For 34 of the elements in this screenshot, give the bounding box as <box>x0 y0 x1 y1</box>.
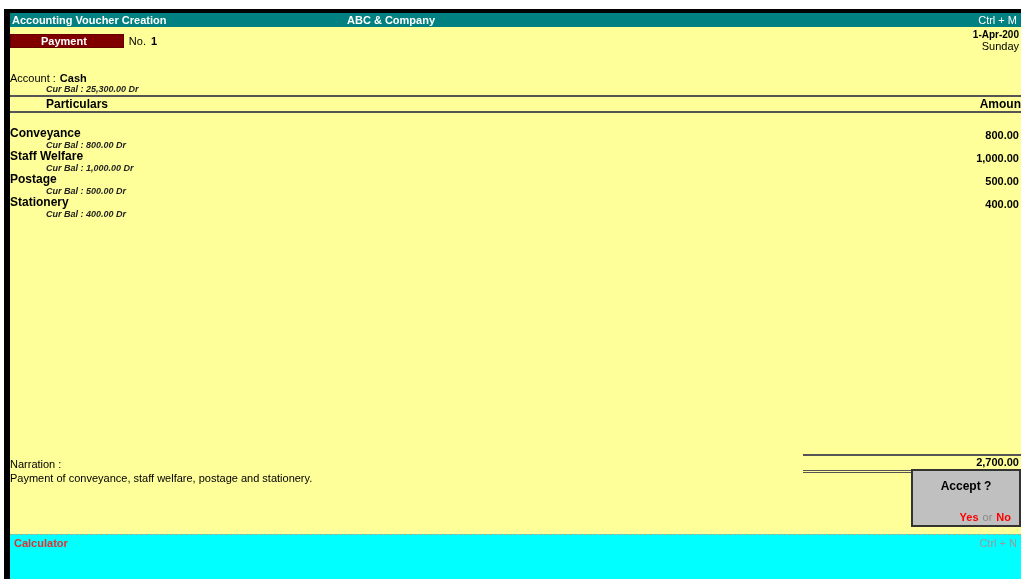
narration-label: Narration : <box>10 458 63 470</box>
ledger-name: Stationery <box>10 196 70 209</box>
voucher-number-label: No. <box>128 34 146 47</box>
voucher-number: 1 <box>151 34 158 47</box>
ledger-amount: 500.00 <box>985 175 1020 187</box>
company-name: ABC & Company <box>347 14 436 26</box>
ledger-balance: Cur Bal : 800.00 Dr <box>45 140 127 150</box>
total-amount: 2,700.00 <box>976 456 1019 468</box>
ledger-balance: Cur Bal : 1,000.00 Dr <box>45 163 134 173</box>
account-balance: Cur Bal : 25,300.00 Dr <box>45 84 140 94</box>
yes-option[interactable]: Yes <box>959 511 979 523</box>
shortcut-label: Ctrl + N <box>979 537 1017 549</box>
account-label: Account : <box>10 72 56 84</box>
column-header: Amoun <box>979 97 1021 111</box>
ledger-name: Conveyance <box>10 127 82 140</box>
narration-text: Payment of conveyance, staff welfare, postage and stationery. <box>10 472 313 484</box>
dialog-title: Accept ? <box>940 479 992 493</box>
ledger-amount: 1,000.00 <box>976 152 1020 164</box>
shortcut-label: Ctrl + M <box>977 14 1017 26</box>
window-title: Accounting Voucher Creation <box>12 14 168 26</box>
account-name: Cash <box>59 72 87 84</box>
no-option[interactable]: No <box>996 511 1011 523</box>
ledger-amount: 400.00 <box>985 198 1020 210</box>
ledger-name: Staff Welfare <box>10 150 85 163</box>
ledger-balance: Cur Bal : 500.00 Dr <box>45 186 127 196</box>
voucher-date: 1-Apr-200 <box>972 29 1019 40</box>
column-header: Particulars <box>45 97 109 111</box>
ledger-amount: 800.00 <box>985 129 1020 141</box>
voucher-type: Payment <box>10 33 124 48</box>
ledger-balance: Cur Bal : 400.00 Dr <box>45 209 127 219</box>
ledger-name: Postage <box>10 173 58 186</box>
or-label: or <box>982 511 993 523</box>
calculator-label[interactable]: Calculator <box>14 537 68 549</box>
voucher-day: Sunday <box>981 40 1019 52</box>
